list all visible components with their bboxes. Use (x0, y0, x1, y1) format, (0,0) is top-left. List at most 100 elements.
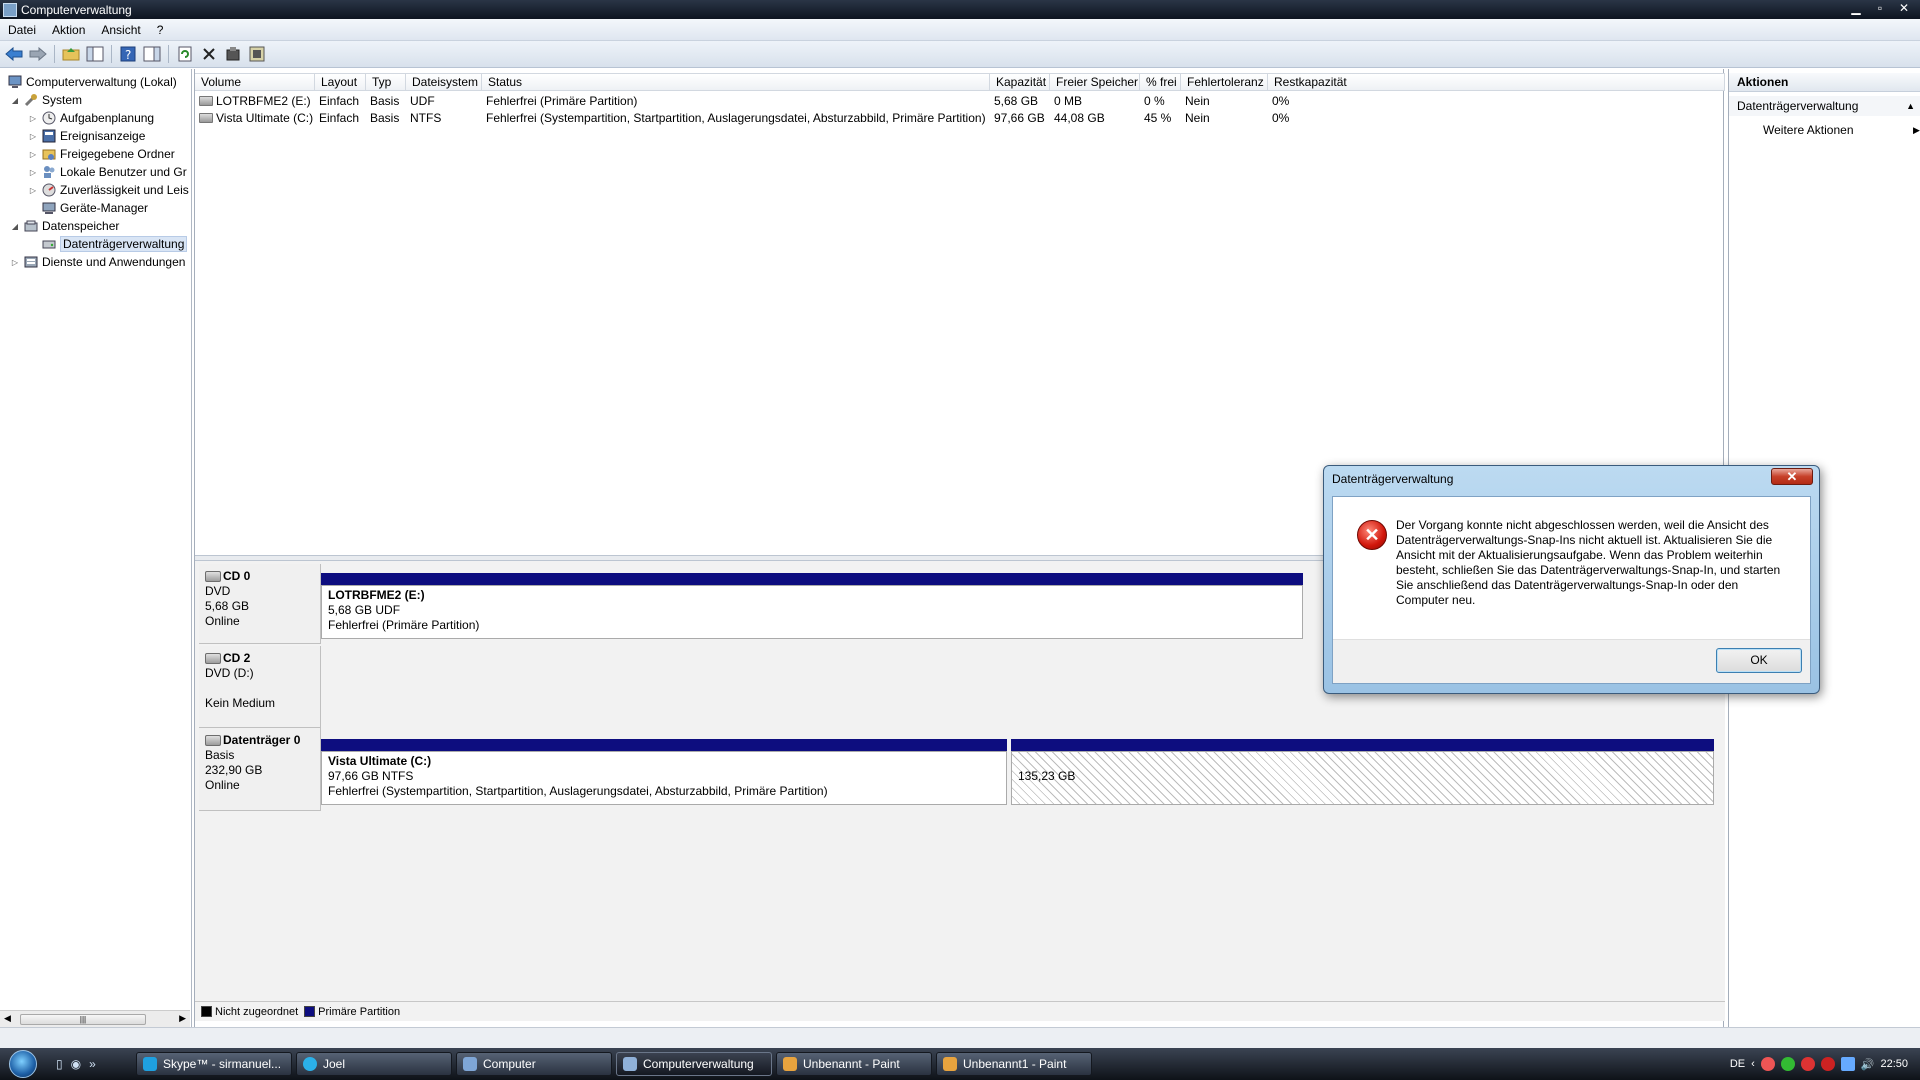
show-hide-action-pane-icon[interactable] (142, 44, 162, 64)
refresh-icon[interactable] (175, 44, 195, 64)
disk-label-disk0[interactable]: Datenträger 0 Basis 232,90 GB Online (199, 728, 321, 811)
scroll-right-arrow-icon[interactable]: ▶ (179, 1013, 186, 1024)
tree-item-datentraegerverwaltung[interactable]: Datenträgerverwaltung (38, 235, 188, 253)
filesystem-cell: UDF (410, 94, 435, 108)
scroll-left-arrow-icon[interactable]: ◀ (4, 1013, 11, 1024)
disk-label-cd0[interactable]: CD 0 DVD 5,68 GB Online (199, 564, 321, 644)
tools-icon (23, 92, 39, 108)
expand-triangle-icon[interactable]: ▷ (28, 168, 38, 177)
tree-item-dienste[interactable]: ▷ Dienste und Anwendungen (10, 253, 186, 271)
collapse-triangle-icon[interactable]: ◢ (10, 96, 20, 105)
column-header-kapazitaet[interactable]: Kapazität (990, 74, 1050, 90)
expand-triangle-icon[interactable]: ▷ (10, 258, 20, 267)
menu-datei[interactable]: Datei (0, 23, 44, 37)
tree-horizontal-scrollbar[interactable]: ◀ ||| ▶ (0, 1010, 190, 1027)
menu-aktion[interactable]: Aktion (44, 23, 93, 37)
tree-item-datenspeicher[interactable]: ◢ Datenspeicher (10, 217, 119, 235)
column-header-dateisystem[interactable]: Dateisystem (406, 74, 482, 90)
ok-button[interactable]: OK (1716, 648, 1802, 673)
column-header-fehlertoleranz[interactable]: Fehlertoleranz (1181, 74, 1268, 90)
column-header-prozent-frei[interactable]: % frei (1140, 74, 1181, 90)
storage-icon (23, 218, 39, 234)
dialog-body: ✕ Der Vorgang konnte nicht abgeschlossen… (1332, 496, 1811, 684)
minimize-button[interactable]: ▁ (1846, 1, 1866, 16)
column-header-freier-speicher[interactable]: Freier Speicher (1050, 74, 1140, 90)
column-header-layout[interactable]: Layout (315, 74, 366, 90)
start-button[interactable] (0, 1048, 46, 1080)
column-header-status[interactable]: Status (482, 74, 990, 90)
expand-triangle-icon[interactable]: ▷ (28, 114, 38, 123)
unallocated-size: 135,23 GB (1018, 769, 1076, 783)
tree-item-system[interactable]: ◢ System (10, 91, 82, 109)
taskbar-item-paint[interactable]: Unbenannt - Paint (776, 1052, 932, 1076)
volume-icon[interactable]: 🔊 (1861, 1058, 1875, 1071)
switch-windows-icon[interactable]: ◉ (71, 1057, 81, 1071)
collapse-triangle-icon[interactable]: ◢ (10, 222, 20, 231)
expand-triangle-icon[interactable]: ▷ (28, 186, 38, 195)
expand-triangle-icon[interactable]: ▷ (28, 132, 38, 141)
tray-app-icon[interactable] (1760, 1057, 1775, 1071)
unallocated-space[interactable]: 135,23 GB (1011, 739, 1714, 805)
menu-ansicht[interactable]: Ansicht (93, 23, 148, 37)
delete-icon[interactable] (199, 44, 219, 64)
language-indicator[interactable]: DE (1730, 1058, 1745, 1070)
tray-app-icon[interactable] (1820, 1057, 1835, 1071)
column-header-volume[interactable]: Volume (195, 74, 315, 90)
show-desktop-icon[interactable]: ▯ (56, 1057, 63, 1071)
percent-free-cell: 45 % (1144, 111, 1172, 125)
quick-launch-more-icon[interactable]: » (89, 1057, 96, 1071)
column-header-restkapazitaet[interactable]: Restkapazität (1268, 74, 1725, 90)
taskbar-item-computer[interactable]: Computer (456, 1052, 612, 1076)
forward-arrow-icon[interactable] (28, 44, 48, 64)
back-arrow-icon[interactable] (4, 44, 24, 64)
partition-vista-ultimate[interactable]: Vista Ultimate (C:) 97,66 GB NTFS Fehler… (321, 739, 1007, 805)
network-icon[interactable] (1840, 1057, 1855, 1071)
expand-triangle-icon[interactable]: ▷ (28, 150, 38, 159)
table-row[interactable]: LOTRBFME2 (E:) Einfach Basis UDF Fehlerf… (195, 93, 1368, 110)
tree-item-root[interactable]: Computerverwaltung (Lokal) (4, 73, 177, 91)
tray-app-icon[interactable] (1780, 1057, 1795, 1071)
collapse-up-icon[interactable]: ▲ (1906, 96, 1915, 116)
menu-help[interactable]: ? (149, 23, 172, 37)
up-folder-icon[interactable] (61, 44, 81, 64)
tree-item-aufgabenplanung[interactable]: ▷ Aufgabenplanung (28, 109, 154, 127)
taskbar-item-skype[interactable]: Skype™ - sirmanuel... (136, 1052, 292, 1076)
tree-item-geraete-manager[interactable]: Geräte-Manager (38, 199, 148, 217)
toolbar: ? (0, 41, 1920, 68)
scroll-thumb[interactable]: ||| (20, 1014, 146, 1025)
partition-name: Vista Ultimate (C:) (328, 754, 432, 768)
tree-label: Ereignisanzeige (60, 129, 146, 143)
partition-lotrbfme2[interactable]: LOTRBFME2 (E:) 5,68 GB UDF Fehlerfrei (P… (321, 573, 1303, 639)
tree-item-freigegebene-ordner[interactable]: ▷ Freigegebene Ordner (28, 145, 175, 163)
table-row[interactable]: Vista Ultimate (C:) Einfach Basis NTFS F… (195, 110, 1368, 127)
properties-icon[interactable] (223, 44, 243, 64)
disk-label-cd2[interactable]: CD 2 DVD (D:) Kein Medium (199, 646, 321, 728)
actions-section-datentraegerverwaltung[interactable]: Datenträgerverwaltung ▲ (1729, 96, 1920, 116)
taskbar-item-paint-1[interactable]: Unbenannt1 - Paint (936, 1052, 1092, 1076)
tree-item-lokale-benutzer[interactable]: ▷ Lokale Benutzer und Gr (28, 163, 187, 181)
legend-label: Primäre Partition (318, 1005, 401, 1018)
column-header-typ[interactable]: Typ (366, 74, 406, 90)
volume-name: Vista Ultimate (C:) (216, 111, 314, 125)
show-hide-tree-icon[interactable] (85, 44, 105, 64)
device-manager-icon (41, 200, 57, 216)
dialog-close-button[interactable]: ✕ (1771, 468, 1813, 485)
status-bar (0, 1027, 1920, 1048)
legend-label: Nicht zugeordnet (215, 1005, 299, 1018)
clock[interactable]: 22:50 (1880, 1058, 1908, 1070)
tree-item-zuverlaessigkeit[interactable]: ▷ Zuverlässigkeit und Leis (28, 181, 189, 199)
taskbar-item-computerverwaltung[interactable]: Computerverwaltung (616, 1052, 772, 1076)
tray-expand-icon[interactable]: ‹ (1751, 1058, 1755, 1070)
help-icon[interactable]: ? (118, 44, 138, 64)
tray-app-icon[interactable] (1800, 1057, 1815, 1071)
taskbar-item-joel[interactable]: Joel (296, 1052, 452, 1076)
disk-settings-icon[interactable] (247, 44, 267, 64)
close-button[interactable]: ✕ (1894, 1, 1914, 16)
toolbar-separator (168, 45, 169, 63)
type-cell: Basis (370, 94, 400, 108)
more-actions-link[interactable]: Weitere Aktionen ▶ (1763, 120, 1920, 140)
tree-item-ereignisanzeige[interactable]: ▷ Ereignisanzeige (28, 127, 145, 145)
toolbar-separator (54, 45, 55, 63)
maximize-button[interactable]: ▫ (1870, 1, 1890, 16)
primary-partition-bar (321, 739, 1007, 751)
